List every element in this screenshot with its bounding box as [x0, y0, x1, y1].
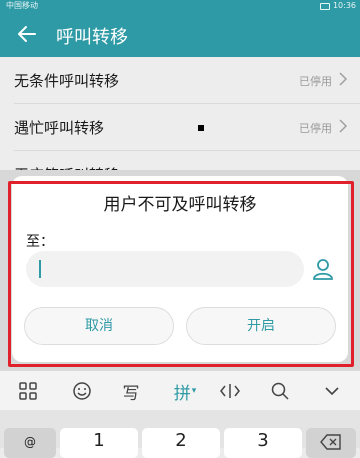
- symbol-key[interactable]: @: [4, 428, 56, 458]
- key-2[interactable]: 2: [142, 428, 220, 458]
- status-text: 已停用: [299, 75, 332, 88]
- page-title: 呼叫转移: [56, 27, 128, 48]
- chevron-right-icon: [339, 72, 348, 86]
- caret-down-icon: ▾: [191, 386, 197, 396]
- grid-icon[interactable]: [16, 379, 40, 403]
- handwrite-key[interactable]: 写: [119, 379, 143, 404]
- list-item-busy[interactable]: 遇忙呼叫转移 已停用: [0, 104, 360, 151]
- emoji-icon[interactable]: [70, 379, 94, 403]
- marker-dot: [198, 125, 204, 131]
- battery-icon: [319, 2, 330, 10]
- keyboard-keys: @ 1 2 3: [0, 410, 360, 458]
- chevron-right-icon: [339, 119, 348, 133]
- status-icons: 10:36: [319, 0, 356, 12]
- search-icon[interactable]: [268, 379, 292, 403]
- keyboard-toolbar: 写 拼 ▾: [0, 370, 360, 410]
- cursor-move-icon[interactable]: [218, 379, 242, 403]
- list-item-label: 无条件呼叫转移: [14, 72, 120, 90]
- app-bar: 呼叫转移: [0, 12, 360, 57]
- back-arrow-icon[interactable]: [15, 22, 39, 46]
- pinyin-label: 拼: [173, 383, 191, 404]
- pinyin-key[interactable]: 拼 ▾: [168, 379, 202, 404]
- highlight-frame: [8, 181, 354, 367]
- status-time: 10:36: [332, 1, 356, 10]
- backspace-key[interactable]: [306, 428, 356, 458]
- status-bar: 中国移动 10:36: [0, 0, 360, 12]
- call-forwarding-list: 无条件呼叫转移 已停用 遇忙呼叫转移 已停用 无应答呼叫转移: [0, 57, 360, 184]
- carrier-label: 中国移动: [6, 1, 38, 10]
- status-text: 已停用: [299, 122, 332, 135]
- key-1[interactable]: 1: [60, 428, 138, 458]
- chevron-down-icon[interactable]: [320, 379, 344, 403]
- list-item-unconditional[interactable]: 无条件呼叫转移 已停用: [0, 57, 360, 104]
- list-item-label: 遇忙呼叫转移: [14, 119, 105, 137]
- key-3[interactable]: 3: [224, 428, 302, 458]
